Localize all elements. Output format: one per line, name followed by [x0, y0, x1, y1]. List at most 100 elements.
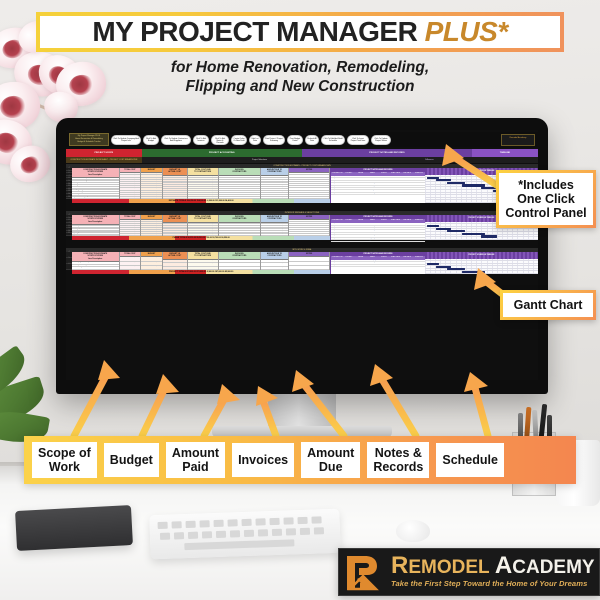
notes-cell-7-2: 555-0134 — [357, 239, 364, 241]
notes-cell-6-7: 28d — [417, 190, 421, 192]
notes-cell-0-4: Active — [381, 223, 386, 225]
control-button-7[interactable]: Print Project / Project Summary — [263, 134, 285, 145]
column-1[interactable]: TOTAL COST 6,100.00 24,800.00 8,950.00 15,40… — [119, 215, 142, 236]
column-4[interactable]: TOTAL COST PAID TO CONTRACTORS 6,100.00 12,… — [187, 215, 219, 237]
column-6[interactable]: AMOUNT DUE TO CONTRACTORS 0.00 0.00 4,500.00… — [261, 168, 289, 200]
control-button-1[interactable]: Click To Edit Budget — [143, 134, 159, 145]
column-header-5: INVOICES CONTRACTORS — [218, 215, 261, 223]
gantt-bar-2-3 — [462, 270, 485, 273]
notes-cell-3-6: 04/20 — [405, 230, 409, 232]
notes-panel-0[interactable]: PROJECT NOTES AND RECORDS CONTRACTOR CONTA… — [330, 168, 425, 204]
gantt-panel-2[interactable]: PROJECT SCHEDULE TIMELINE — [424, 252, 538, 274]
notes-cell-0-3: Landscaping — [368, 260, 377, 261]
control-button-11[interactable]: Click To Insert Project Task Item — [347, 134, 369, 145]
control-button-10[interactable]: Click To Edit And Build Schedule — [321, 134, 345, 145]
column-1[interactable]: TOTAL COST 4,250.00 6,800.00 18,500.00 32,40… — [119, 168, 142, 200]
notes-cell-0-6: 04/20 — [405, 260, 409, 261]
control-button-3[interactable]: Click To Edit Invoices — [193, 134, 209, 145]
notes-cell-4-3: Paint — [370, 232, 374, 234]
control-button-4[interactable]: Click To Edit Notes & Records — [211, 134, 229, 145]
notes-cell-5-2: 555-0134 — [357, 235, 364, 237]
control-button-6[interactable]: Edit List Data — [249, 134, 261, 145]
column-2[interactable]: BUDGET 13,000.00 10,000.00 3,500.00 — [141, 252, 163, 270]
notes-cell-7-5: 03/12 — [393, 239, 398, 241]
control-button-9[interactable]: Refresh All Data — [305, 134, 319, 145]
control-panel-toolbar: My Project Manager PLUS Home Renovation &… — [66, 132, 538, 147]
column-0[interactable]: CONSTRUCTION ESTIMATE SCOPE OF WORK Item D… — [72, 168, 120, 200]
notes-cell-7-4: Active — [381, 239, 386, 241]
notes-cell-2-4: Active — [381, 264, 386, 266]
notes-cell-2-5: 03/12 — [393, 180, 398, 182]
column-0[interactable]: CONSTRUCTION ESTIMATE SCOPE OF WORK Item D… — [72, 252, 120, 270]
notes-cell-4-4: Active — [381, 185, 386, 187]
notes-cell-2-7: 28d — [417, 264, 421, 266]
control-button-5[interactable]: Create Order Or New Draft — [231, 134, 247, 145]
notes-cell-3-1: J. Miller — [346, 183, 352, 185]
notes-cell-1-2: 555-0134 — [357, 178, 364, 180]
notes-cell-7-3: Plumbing — [369, 192, 376, 194]
notes-cell-3-3: Framing — [369, 183, 375, 185]
column-4[interactable]: TOTAL COST PAID TO CONTRACTORS 6,600.00 4,9… — [187, 252, 219, 270]
notes-cell-2-1: J. Miller — [346, 180, 352, 182]
column-6[interactable]: AMOUNT DUE TO CONTRACTORS 0.00 12,800.00 4,4… — [261, 215, 289, 237]
column-0[interactable]: CONSTRUCTION ESTIMATE SCOPE OF WORK Item D… — [72, 215, 120, 236]
section-band-0: PROJECT SCOPE — [66, 149, 142, 157]
notes-cell-0-6: 04/20 — [405, 223, 409, 225]
column-6[interactable]: AMOUNT DUE TO CONTRACTORS 6,600.00 4,900.00… — [261, 252, 289, 270]
notes-cell-1-0: Apex Const. — [333, 225, 341, 227]
notes-cell-0-3: Demolition — [368, 176, 376, 177]
notes-cell-0-7: 28d — [417, 223, 421, 225]
column-2[interactable]: BUDGET 4,000.00 7,000.00 18,000.00 31,000.00… — [141, 168, 163, 200]
notes-cell-0-7: 28d — [417, 176, 421, 177]
notes-cell-3-3: Flooring — [369, 230, 375, 232]
notes-cell-3-1: J. Miller — [346, 230, 352, 232]
column-header-0: CONSTRUCTION ESTIMATE SCOPE OF WORK Item D… — [72, 252, 119, 262]
totals-row-2: PROJECT TOTALS 272,900.00 270,000.00 -2,… — [72, 270, 331, 274]
feature-label-text: Notes & Records — [373, 446, 424, 474]
column-7[interactable]: NOTES — [288, 252, 331, 270]
column-7[interactable]: NOTES — [288, 215, 331, 236]
column-7[interactable]: NOTES — [288, 168, 331, 200]
notes-cell-0-0: Apex Const. — [333, 176, 341, 177]
notes-cell-5-4: Active — [381, 187, 386, 189]
column-3[interactable]: BUDGET VS ACTUAL COST -250.00 200.00 -500.00… — [162, 168, 188, 200]
notes-cell-2-2: 555-0134 — [357, 227, 364, 229]
column-2[interactable]: BUDGET 6,000.00 24,000.00 9,000.00 15,000.00… — [141, 215, 163, 236]
notes-cell-1-5: 03/12 — [393, 178, 398, 180]
logo-cap-r: R — [391, 552, 409, 579]
column-5[interactable]: INVOICES CONTRACTORS 100% 100% 76% 68% 100% 71%… — [218, 168, 262, 200]
control-button-0[interactable]: Click To Update Company And Project Info — [111, 134, 141, 145]
column-3[interactable]: BUDGET VS ACTUAL COST -200.00 200.00 50.00 — [162, 252, 188, 270]
control-button-2[interactable]: Click To Update Contractors And Supplier… — [161, 134, 191, 145]
spreadsheet[interactable]: My Project Manager PLUS Home Renovation &… — [66, 130, 538, 380]
column-header-3: BUDGET VS ACTUAL COST — [162, 215, 187, 223]
control-button-8[interactable]: Print Budget Detail — [287, 134, 303, 145]
notes-panel-1[interactable]: PROJECT NOTES AND RECORDS CONTRACTOR CONTA… — [330, 215, 425, 243]
remodel-academy-logo: REMODEL ACADEMY Take the First Step Towa… — [338, 548, 600, 596]
column-3[interactable]: BUDGET VS ACTUAL COST -100.00 -800.00 50.00-… — [162, 215, 188, 237]
feature-label-strip: Scope of Work Budget Amount Paid Invoices Amou… — [24, 436, 576, 484]
column-4[interactable]: TOTAL COST PAID TO CONTRACTORS 4,250.00 6,8… — [187, 168, 219, 200]
notes-cell-5-5: 03/12 — [393, 235, 398, 237]
column-5[interactable]: INVOICES CONTRACTORS 100% 48% 50% 50% 50% 49% 50… — [218, 215, 262, 237]
notes-cell-3-7: 28d — [417, 230, 421, 232]
column-5[interactable]: INVOICES CONTRACTORS 50% 50% 0% — [218, 252, 262, 270]
notes-panel-2[interactable]: PROJECT NOTES AND RECORDS CONTRACTOR CONTA… — [330, 252, 425, 274]
notes-cell-3-0: Apex Const. — [333, 183, 341, 185]
control-button-12[interactable]: Click To Update Project Status — [371, 134, 391, 145]
notes-cell-6-4: Active — [381, 237, 386, 239]
feature-label-budget: Budget — [103, 443, 159, 477]
feature-label-text: Budget — [109, 453, 153, 467]
keyboard — [149, 508, 341, 560]
logo-tagline: Take the First Step Toward the Home of Y… — [391, 579, 588, 588]
column-1[interactable]: TOTAL COST 13,200.00 9,800.00 3,450.00 — [119, 252, 142, 270]
notes-cell-4-6: 04/20 — [405, 232, 409, 234]
notes-cell-2-0: Apex Const. — [333, 264, 341, 266]
notes-cell-1-7: 28d — [417, 225, 421, 227]
notes-cell-1-7: 28d — [417, 262, 421, 264]
notes-cell-2-5: 03/12 — [393, 264, 398, 266]
notes-cell-4-3: Roofing — [369, 185, 375, 187]
notes-cell-6-2: 555-0134 — [357, 237, 364, 239]
notes-cell-4-5: 03/12 — [393, 185, 398, 187]
notes-cell-5-4: Active — [381, 235, 386, 237]
